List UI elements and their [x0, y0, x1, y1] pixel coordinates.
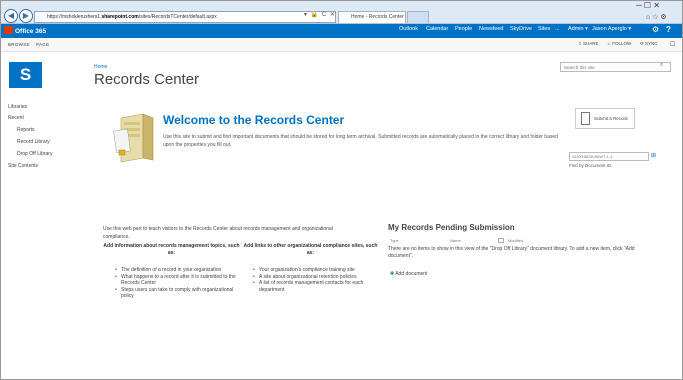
- suite-link-newsfeed[interactable]: Newsfeed: [479, 26, 503, 32]
- topics-list: The definition of a record in your organ…: [103, 267, 240, 300]
- nav-reports[interactable]: Reports: [17, 127, 35, 133]
- add-document-link[interactable]: ✚Add document: [390, 271, 427, 277]
- url-prefix: https://mshoklerushers1.: [47, 14, 102, 20]
- share-label: SHARE: [583, 41, 599, 46]
- search-input[interactable]: [560, 62, 671, 72]
- window-controls[interactable]: ─ ☐ ✕: [636, 1, 660, 10]
- select-all-checkbox[interactable]: [498, 238, 504, 243]
- brand-label: Office 365: [15, 28, 47, 35]
- office-logo-icon: [4, 26, 13, 34]
- office365-brand[interactable]: Office 365: [4, 26, 46, 35]
- sync-label: SYNC: [645, 41, 658, 46]
- breadcrumb-home[interactable]: Home: [94, 64, 107, 70]
- tab-browse[interactable]: BROWSE: [8, 42, 30, 47]
- suite-link-outlook[interactable]: Outlook: [399, 26, 418, 32]
- screenshot-border: [0, 0, 683, 380]
- site-logo[interactable]: S: [9, 62, 42, 88]
- tab-title: Home - Records Center: [351, 14, 404, 20]
- nav-drop-off-library[interactable]: Drop Off Library: [17, 151, 52, 157]
- url-path: /sites/RecordsTCenter/default.aspx: [138, 14, 217, 20]
- help-icon[interactable]: ?: [666, 25, 671, 34]
- list-item: A list of records management contacts fo…: [253, 280, 378, 293]
- page-title: Records Center: [94, 71, 200, 88]
- forward-button[interactable]: ▶: [19, 9, 33, 23]
- intro-text: Use this web part to teach visitors to t…: [103, 226, 333, 240]
- nav-recent: Recent: [8, 115, 24, 121]
- url-domain: sharepoint.com: [101, 14, 139, 20]
- suite-link-skydrive[interactable]: SkyDrive: [510, 26, 532, 32]
- address-bar[interactable]: https://mshoklerushers1.sharepoint.com/s…: [34, 11, 336, 23]
- focus-content-icon[interactable]: ☐: [670, 41, 675, 48]
- plus-icon: ✚: [390, 271, 395, 277]
- suite-link-admin[interactable]: Admin ▾: [568, 26, 588, 32]
- pending-submission-heading: My Records Pending Submission: [388, 223, 515, 232]
- search-icon[interactable]: ⌕: [660, 62, 663, 69]
- find-by-document-id-label: Find by Document ID: [569, 163, 612, 168]
- links-column: Add links to other organizational compli…: [243, 243, 378, 293]
- column-header-modified[interactable]: Modified: [508, 238, 523, 243]
- links-list: Your organization's compliance training …: [243, 267, 378, 293]
- links-heading: Add links to other organizational compli…: [243, 243, 378, 256]
- welcome-heading: Welcome to the Records Center: [163, 113, 345, 127]
- tab-page[interactable]: PAGE: [36, 42, 49, 47]
- document-icon: [581, 112, 590, 125]
- sync-button[interactable]: ⟳ SYNC: [640, 41, 658, 47]
- list-item: Steps users can take to comply with orga…: [115, 287, 240, 300]
- submit-record-button[interactable]: Submit a Record: [575, 108, 635, 129]
- suite-link-people[interactable]: People: [455, 26, 472, 32]
- gear-icon[interactable]: ⚙: [652, 25, 659, 34]
- browser-tab-new[interactable]: [407, 11, 429, 23]
- nav-site-contents[interactable]: Site Contents: [8, 163, 38, 169]
- records-folder-illustration: [113, 113, 154, 163]
- document-id-input[interactable]: [569, 152, 649, 161]
- suite-link-more[interactable]: ...: [555, 26, 560, 32]
- follow-label: FOLLOW: [612, 41, 632, 46]
- list-item: What happens to a record after it is sub…: [115, 274, 240, 287]
- column-header-type[interactable]: Type: [390, 238, 399, 243]
- browser-tab-active[interactable]: Home - Records Center: [338, 11, 406, 23]
- add-document-label: Add document: [395, 271, 428, 277]
- browser-toolbar-icons[interactable]: ⌂ ☆ ⚙: [646, 13, 667, 21]
- nav-record-library[interactable]: Record Library: [17, 139, 50, 145]
- submit-record-label: Submit a Record: [594, 116, 628, 121]
- address-bar-icons[interactable]: ▾ 🔒 C ✕: [304, 11, 336, 18]
- topics-heading: Add information about records management…: [103, 243, 240, 256]
- share-button[interactable]: ⇪ SHARE: [578, 41, 599, 47]
- user-menu[interactable]: Jason Aperglo ▾: [592, 26, 631, 32]
- nav-libraries[interactable]: Libraries: [8, 104, 27, 110]
- suite-link-calendar[interactable]: Calendar: [426, 26, 448, 32]
- back-button[interactable]: ◀: [4, 9, 18, 23]
- find-document-id-icon[interactable]: ⊞: [651, 152, 656, 159]
- suite-link-sites[interactable]: Sites: [538, 26, 550, 32]
- follow-button[interactable]: ☆ FOLLOW: [607, 41, 631, 47]
- topics-column: Add information about records management…: [103, 243, 240, 300]
- welcome-description: Use this site to submit and find importa…: [163, 134, 558, 148]
- empty-list-message: There are no items to show in this view …: [388, 246, 635, 259]
- column-header-name[interactable]: Name: [450, 238, 461, 243]
